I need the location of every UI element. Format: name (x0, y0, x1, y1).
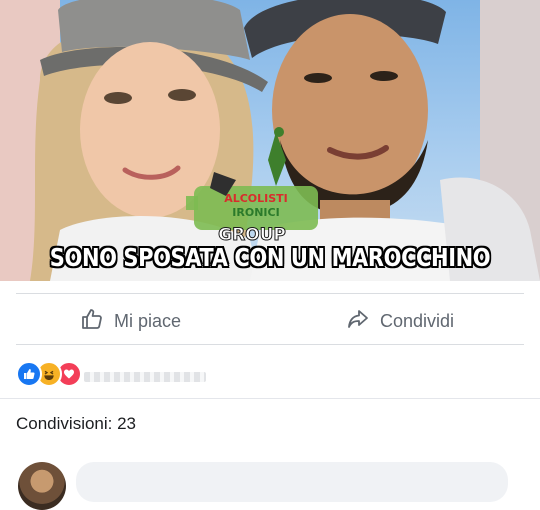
reaction-summary[interactable] (16, 361, 82, 387)
share-button[interactable]: Condividi (346, 300, 454, 342)
thumbs-up-icon (16, 361, 42, 387)
share-arrow-icon (346, 307, 380, 336)
thumbs-up-icon (80, 307, 114, 336)
like-button[interactable]: Mi piace (80, 300, 181, 342)
image-caption: SONO SPOSATA CON UN MAROCCHINO (49, 243, 491, 272)
divider-section (0, 398, 540, 399)
watermark-line2: IRONICI (232, 206, 279, 219)
post-image[interactable]: ALCOLISTI IRONICI GROUP SONO SPOSATA CON… (0, 0, 540, 281)
post-photo-illustration: ALCOLISTI IRONICI GROUP (0, 0, 540, 281)
avatar[interactable] (18, 462, 66, 510)
shares-count[interactable]: Condivisioni: 23 (16, 414, 136, 434)
comment-bubble[interactable] (76, 462, 508, 502)
watermark-line1: ALCOLISTI (224, 192, 288, 205)
watermark-line3: GROUP (218, 225, 286, 245)
share-label: Condividi (380, 310, 455, 331)
reaction-names-blurred[interactable] (84, 372, 206, 382)
divider-mid (16, 344, 524, 345)
like-label: Mi piace (114, 310, 182, 331)
divider-top (16, 293, 524, 294)
